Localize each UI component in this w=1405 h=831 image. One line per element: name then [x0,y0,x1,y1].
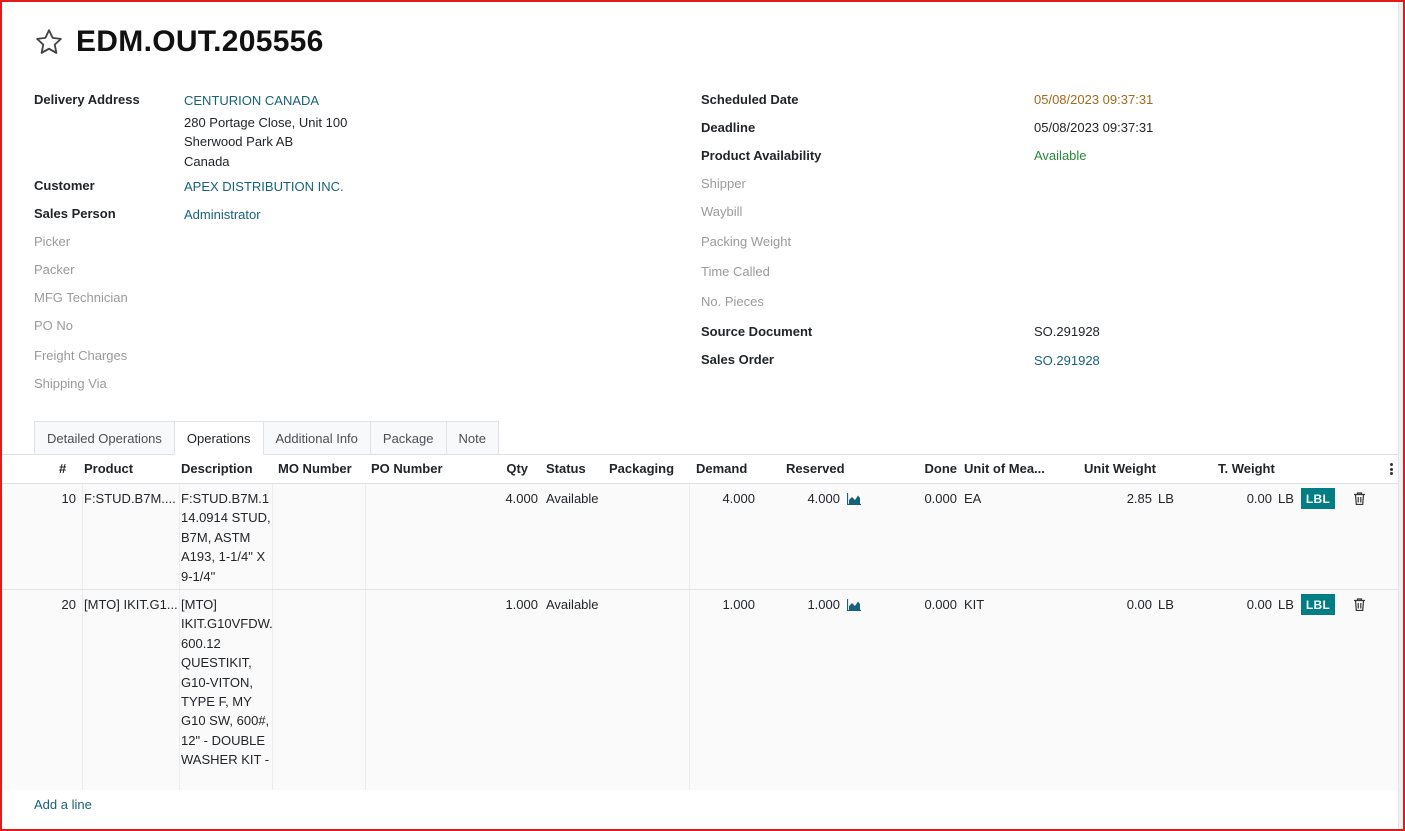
sales-order-label: Sales Order [701,352,774,367]
col-status[interactable]: Status [546,461,586,476]
row-uom: EA [964,491,982,506]
packing-weight-label: Packing Weight [701,234,792,249]
row-product: [MTO] IKIT.G1... [84,597,178,612]
col-total-weight[interactable]: T. Weight [1218,461,1275,476]
col-description[interactable]: Description [181,461,253,476]
col-unit-weight[interactable]: Unit Weight [1084,461,1156,476]
row-reserved: 1.000 [807,597,840,612]
row-total-weight: 0.00 [1246,597,1272,612]
delivery-address-line-1: 280 Portage Close, Unit 100 [184,115,348,130]
mfg-technician-label: MFG Technician [34,290,128,305]
row-unit-weight-uom: LB [1158,491,1174,506]
trash-icon[interactable] [1354,598,1365,611]
picker-label: Picker [34,234,71,249]
delivery-address-line-3: Canada [184,154,230,169]
trash-icon[interactable] [1354,492,1365,505]
row-status: Available [546,491,599,506]
tab-package[interactable]: Package [369,421,447,455]
scrollbar[interactable] [1398,2,1403,829]
sales-person-link[interactable]: Administrator [184,207,261,222]
tab-note[interactable]: Note [445,421,499,455]
tab-additional-info[interactable]: Additional Info [262,421,371,455]
col-done[interactable]: Done [902,461,958,476]
customer-link[interactable]: APEX DISTRIBUTION INC. [184,179,344,194]
row-done: 0.000 [924,597,957,612]
freight-charges-label: Freight Charges [34,348,128,363]
row-unit-weight-uom: LB [1158,597,1174,612]
source-document-value[interactable]: SO.291928 [1034,324,1100,339]
delivery-address-label: Delivery Address [34,92,140,107]
col-seq[interactable]: # [59,461,66,476]
row-total-weight: 0.00 [1246,491,1272,506]
row-uom: KIT [964,597,985,612]
add-line-row: Add a line [2,790,1398,820]
row-reserved: 4.000 [807,491,840,506]
customer-label: Customer [34,178,95,193]
forecast-chart-icon[interactable] [847,599,861,611]
shipping-via-label: Shipping Via [34,376,107,391]
packer-label: Packer [34,262,75,277]
delivery-address-name-link[interactable]: CENTURION CANADA [184,93,319,108]
source-document-label: Source Document [701,324,813,339]
notebook-tabs: Detailed Operations Operations Additiona… [34,421,499,455]
scheduled-date-value[interactable]: 05/08/2023 09:37:31 [1034,92,1153,107]
page-title: EDM.OUT.205556 [76,25,324,58]
col-qty[interactable]: Qty [492,461,528,476]
scheduled-date-label: Scheduled Date [701,92,799,107]
title-row: EDM.OUT.205556 [34,24,324,60]
row-description: [MTO] IKIT.G10VFDW. 600.12 QUESTIKIT, G1… [181,597,273,768]
table-row[interactable]: 10 F:STUD.B7M.... F:STUD.B7M.1 14.0914 S… [2,484,1398,590]
col-product[interactable]: Product [84,461,133,476]
col-demand[interactable]: Demand [696,461,747,476]
row-demand: 4.000 [722,491,755,506]
col-po-number[interactable]: PO Number [371,461,443,476]
po-no-label: PO No [34,318,74,333]
row-description: F:STUD.B7M.1 14.0914 STUD, B7M, ASTM A19… [181,491,271,584]
row-unit-weight: 0.00 [1126,597,1152,612]
tab-detailed-operations[interactable]: Detailed Operations [34,421,175,455]
row-seq: 20 [61,597,76,612]
product-availability-value: Available [1034,148,1087,163]
forecast-chart-icon[interactable] [847,493,861,505]
no-pieces-label: No. Pieces [701,294,764,309]
row-done: 0.000 [924,491,957,506]
add-line-link[interactable]: Add a line [34,797,92,812]
row-demand: 1.000 [722,597,755,612]
table-header: # Product Description MO Number PO Numbe… [2,455,1398,484]
tab-operations[interactable]: Operations [173,421,264,455]
waybill-label: Waybill [701,204,743,219]
row-total-weight-uom: LB [1278,491,1294,506]
sales-order-link[interactable]: SO.291928 [1034,353,1100,368]
row-status: Available [546,597,599,612]
print-label-button[interactable]: LBL [1301,488,1335,509]
star-icon[interactable] [34,27,64,57]
row-qty: 1.000 [505,597,538,612]
product-availability-label: Product Availability [701,148,822,163]
col-reserved[interactable]: Reserved [786,461,845,476]
col-mo-number[interactable]: MO Number [278,461,352,476]
col-packaging[interactable]: Packaging [609,461,674,476]
column-options-icon[interactable] [1390,463,1394,475]
shipper-label: Shipper [701,176,746,191]
row-seq: 10 [61,491,76,506]
row-total-weight-uom: LB [1278,597,1294,612]
row-qty: 4.000 [505,491,538,506]
deadline-label: Deadline [701,120,756,135]
time-called-label: Time Called [701,264,770,279]
delivery-address-line-2: Sherwood Park AB [184,134,294,149]
col-unit-of-measure[interactable]: Unit of Mea... [964,461,1045,476]
table-row[interactable]: 20 [MTO] IKIT.G1... [MTO] IKIT.G10VFDW. … [2,590,1398,790]
row-unit-weight: 2.85 [1126,491,1152,506]
row-product: F:STUD.B7M.... [84,491,176,506]
deadline-value[interactable]: 05/08/2023 09:37:31 [1034,120,1153,135]
print-label-button[interactable]: LBL [1301,594,1335,615]
sales-person-label: Sales Person [34,206,116,221]
